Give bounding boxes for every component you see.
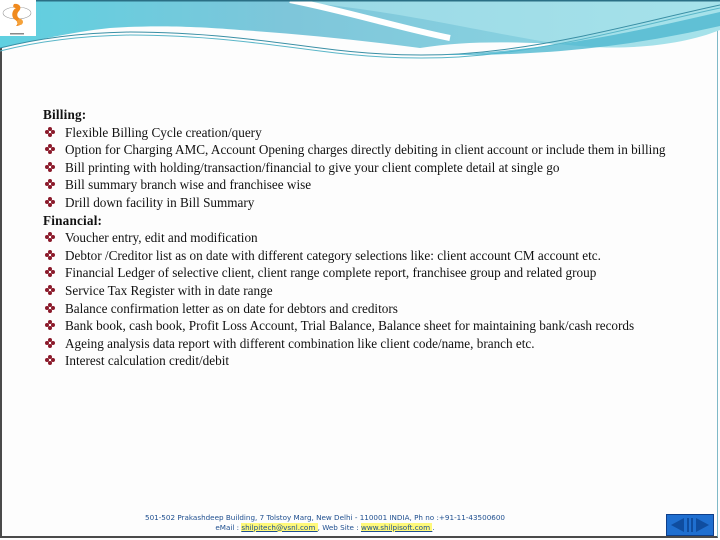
financial-list: Voucher entry, edit and modification Deb… [43, 229, 683, 370]
list-item-text: Ageing analysis data report with differe… [65, 335, 535, 351]
previous-arrow-icon[interactable] [671, 518, 684, 532]
list-item: Service Tax Register with in date range [43, 282, 683, 300]
footer-address: 501-502 Prakashdeep Building, 7 Tolstoy … [145, 513, 505, 522]
financial-heading: Financial: [43, 212, 103, 228]
list-item: Bill summary branch wise and franchisee … [43, 176, 683, 194]
list-item-text: Bill summary branch wise and franchisee … [65, 177, 312, 193]
footer-end: . [432, 522, 435, 532]
previous-slide-button[interactable] [671, 518, 684, 532]
bullet-icon [45, 284, 55, 295]
email-link[interactable]: shilpitech@vsnl.com [241, 522, 318, 532]
list-item-text: Drill down facility in Bill Summary [65, 194, 255, 210]
bullet-icon [45, 249, 55, 260]
bullet-icon [45, 144, 55, 155]
website-link[interactable]: www.shilpisoft.com [360, 522, 433, 532]
list-item: Interest calculation credit/debit [43, 352, 683, 370]
bullet-icon [45, 232, 55, 243]
list-item: Drill down facility in Bill Summary [43, 194, 683, 212]
bullet-icon [45, 126, 55, 137]
list-item: Bank book, cash book, Profit Loss Accoun… [43, 317, 683, 335]
logo-icon [2, 3, 32, 35]
bullet-icon [45, 179, 55, 190]
content-body: Billing: Flexible Billing Cycle creation… [43, 106, 683, 370]
next-arrow-icon[interactable] [696, 518, 709, 532]
list-item-text: Balance confirmation letter as on date f… [65, 300, 398, 316]
list-item-text: Voucher entry, edit and modification [65, 230, 258, 246]
slide-navigation [666, 514, 714, 536]
nav-divider [691, 518, 693, 532]
list-item: Voucher entry, edit and modification [43, 229, 683, 247]
list-item-text: Financial Ledger of selective client, cl… [65, 265, 597, 281]
list-item-text: Flexible Billing Cycle creation/query [65, 124, 262, 140]
list-item: Financial Ledger of selective client, cl… [43, 264, 683, 282]
company-logo [0, 0, 36, 36]
list-item: Option for Charging AMC, Account Opening… [43, 141, 683, 159]
list-item: Flexible Billing Cycle creation/query [43, 124, 683, 142]
bullet-icon [45, 302, 55, 313]
list-item-text: Bill printing with holding/transaction/f… [65, 159, 560, 175]
header-wave-decoration [0, 0, 720, 59]
list-item-text: Option for Charging AMC, Account Opening… [65, 142, 666, 158]
email-label: eMail : [215, 522, 242, 532]
list-item-text: Service Tax Register with in date range [65, 282, 273, 298]
billing-heading: Billing: [43, 107, 87, 122]
list-item-text: Debtor /Creditor list as on date with di… [65, 247, 601, 263]
list-item: Bill printing with holding/transaction/f… [43, 159, 683, 177]
list-item: Debtor /Creditor list as on date with di… [43, 247, 683, 265]
nav-arrows [671, 518, 709, 532]
bullet-icon [45, 320, 55, 331]
bullet-icon [45, 337, 55, 348]
bullet-icon [45, 267, 55, 278]
bullet-icon [45, 161, 55, 172]
footer-contact: 501-502 Prakashdeep Building, 7 Tolstoy … [60, 513, 590, 532]
list-item: Ageing analysis data report with differe… [43, 335, 683, 353]
bullet-icon [45, 196, 55, 207]
next-slide-button[interactable] [696, 518, 709, 532]
list-item-text: Bank book, cash book, Profit Loss Accoun… [65, 318, 635, 334]
billing-list: Flexible Billing Cycle creation/query Op… [43, 124, 683, 212]
nav-divider [687, 518, 689, 532]
bullet-icon [45, 355, 55, 366]
list-item-text: Interest calculation credit/debit [65, 353, 230, 369]
list-item: Balance confirmation letter as on date f… [43, 300, 683, 318]
footer-links-line: eMail : shilpitech@vsnl.com , Web Site :… [60, 522, 590, 533]
website-label: , Web Site : [317, 522, 361, 532]
